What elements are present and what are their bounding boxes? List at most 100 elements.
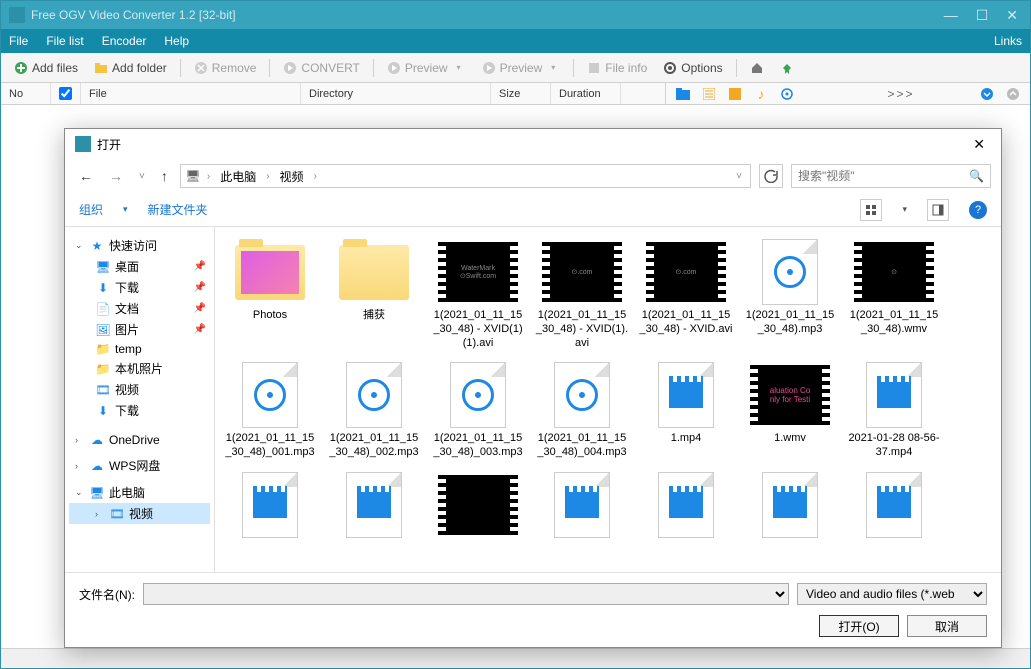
menu-filelist[interactable]: File list [46, 34, 83, 48]
add-files-button[interactable]: Add files [7, 58, 85, 78]
add-folder-button[interactable]: Add folder [87, 58, 174, 78]
new-folder-button[interactable]: 新建文件夹 [148, 201, 208, 218]
tree-documents[interactable]: 📄文档📌 [69, 298, 210, 319]
view-mode-button[interactable] [860, 199, 882, 221]
tree-downloads-2[interactable]: ⬇下载 [69, 400, 210, 421]
dialog-close-button[interactable]: ✕ [967, 134, 991, 155]
pin-button[interactable] [773, 58, 801, 78]
menu-file[interactable]: File [9, 34, 28, 48]
menu-help[interactable]: Help [164, 34, 189, 48]
filename-input[interactable] [143, 583, 789, 605]
tree-wps[interactable]: ›☁WPS网盘 [69, 455, 210, 476]
maximize-button[interactable]: ☐ [976, 7, 989, 24]
col-no[interactable]: No [1, 83, 51, 104]
refresh-button[interactable] [759, 164, 783, 188]
file-item[interactable] [637, 468, 735, 544]
col-file[interactable]: File [81, 83, 301, 104]
preview-button-2[interactable]: Preview▾ [475, 58, 568, 78]
file-item[interactable]: 1.mp4 [637, 358, 735, 462]
tab-audio-icon[interactable]: ♪ [754, 87, 768, 101]
convert-button[interactable]: CONVERT [276, 58, 366, 78]
tree-thispc[interactable]: ⌄🖥此电脑 [69, 482, 210, 503]
collapse-down-icon[interactable] [980, 87, 994, 101]
file-grid: Photos 捕获 WaterMark⊙Swift.com1(2021_01_1… [215, 227, 1001, 572]
tree-thispc-videos[interactable]: ›🎞视频 [69, 503, 210, 524]
options-button[interactable]: Options [656, 58, 729, 78]
file-item[interactable]: 1(2021_01_11_15_30_48)_003.mp3 [429, 358, 527, 462]
home-icon [750, 61, 764, 75]
file-info-button[interactable]: File info [580, 58, 654, 78]
chevron-down-icon[interactable]: ˅ [732, 171, 746, 182]
tree-local-photos[interactable]: 📁本机照片 [69, 358, 210, 379]
more-tabs[interactable]: >>> [894, 87, 908, 101]
col-check[interactable] [51, 83, 81, 104]
organize-menu[interactable]: 组织 [79, 201, 103, 218]
file-item[interactable] [533, 468, 631, 544]
video-file-icon [658, 472, 714, 538]
tree-onedrive[interactable]: ›☁OneDrive [69, 431, 210, 449]
video-thumbnail: ⊙.com [542, 242, 622, 302]
file-item[interactable]: WaterMark⊙Swift.com1(2021_01_11_15_30_48… [429, 235, 527, 352]
video-file-icon [242, 472, 298, 538]
home-button[interactable] [743, 58, 771, 78]
nav-forward-button[interactable]: → [105, 166, 127, 186]
close-button[interactable]: ✕ [1006, 7, 1018, 24]
search-box[interactable]: 🔍 [791, 164, 991, 188]
desktop-icon: 🖥 [95, 260, 111, 274]
file-item[interactable]: 捕获 [325, 235, 423, 352]
tab-video-icon[interactable] [728, 87, 742, 101]
nav-back-button[interactable]: ← [75, 166, 97, 186]
file-item[interactable]: 2021-01-28 08-56-37.mp4 [845, 358, 943, 462]
collapse-up-icon[interactable] [1006, 87, 1020, 101]
file-item[interactable]: aluation Conly for Testi1.wmv [741, 358, 839, 462]
breadcrumb-sub[interactable]: 视频 [276, 168, 308, 185]
select-all-checkbox[interactable] [59, 87, 72, 100]
file-item[interactable]: 1(2021_01_11_15_30_48).mp3 [741, 235, 839, 352]
pin-icon [780, 61, 794, 75]
col-duration[interactable]: Duration [551, 83, 621, 104]
file-item[interactable]: 1(2021_01_11_15_30_48)_001.mp3 [221, 358, 319, 462]
menu-encoder[interactable]: Encoder [102, 34, 147, 48]
remove-button[interactable]: Remove [187, 58, 264, 78]
tree-quick-access[interactable]: ⌄★快速访问 [69, 235, 210, 256]
folder-icon: 📁 [95, 342, 111, 356]
menu-links[interactable]: Links [994, 34, 1022, 48]
menu-bar: File File list Encoder Help Links [1, 29, 1030, 53]
video-file-icon [866, 362, 922, 428]
tab-list-icon[interactable] [702, 87, 716, 101]
cancel-button[interactable]: 取消 [907, 615, 987, 637]
nav-up-button[interactable]: ↑ [157, 166, 172, 186]
open-button[interactable]: 打开(O) [819, 615, 899, 637]
file-item[interactable]: ⊙1(2021_01_11_15_30_48).wmv [845, 235, 943, 352]
folder-icon [235, 245, 305, 300]
file-item[interactable] [429, 468, 527, 544]
tree-pictures[interactable]: 🖼图片📌 [69, 319, 210, 340]
tree-temp[interactable]: 📁temp [69, 340, 210, 358]
nav-recent-button[interactable]: ˅ [135, 169, 149, 184]
search-input[interactable] [798, 169, 969, 183]
tab-gear-icon[interactable] [780, 87, 794, 101]
tree-downloads[interactable]: ⬇下载📌 [69, 277, 210, 298]
tab-folder-icon[interactable] [676, 87, 690, 101]
preview-pane-button[interactable] [927, 199, 949, 221]
dialog-icon [75, 136, 91, 152]
breadcrumb-root[interactable]: 此电脑 [216, 168, 260, 185]
file-item[interactable] [741, 468, 839, 544]
col-directory[interactable]: Directory [301, 83, 491, 104]
tree-desktop[interactable]: 🖥桌面📌 [69, 256, 210, 277]
file-type-filter[interactable]: Video and audio files (*.web [797, 583, 987, 605]
breadcrumb[interactable]: 🖥 › 此电脑 › 视频 › ˅ [180, 164, 751, 188]
file-item[interactable]: ⊙.com1(2021_01_11_15_30_48) - XVID.avi [637, 235, 735, 352]
col-size[interactable]: Size [491, 83, 551, 104]
preview-button-1[interactable]: Preview▾ [380, 58, 473, 78]
file-item[interactable]: 1(2021_01_11_15_30_48)_002.mp3 [325, 358, 423, 462]
tree-videos[interactable]: 🎞视频 [69, 379, 210, 400]
minimize-button[interactable]: — [944, 7, 958, 24]
file-item[interactable]: 1(2021_01_11_15_30_48)_004.mp3 [533, 358, 631, 462]
file-item[interactable] [845, 468, 943, 544]
file-item[interactable] [221, 468, 319, 544]
help-button[interactable]: ? [969, 201, 987, 219]
file-item[interactable]: Photos [221, 235, 319, 352]
file-item[interactable]: ⊙.com1(2021_01_11_15_30_48) - XVID(1).av… [533, 235, 631, 352]
file-item[interactable] [325, 468, 423, 544]
